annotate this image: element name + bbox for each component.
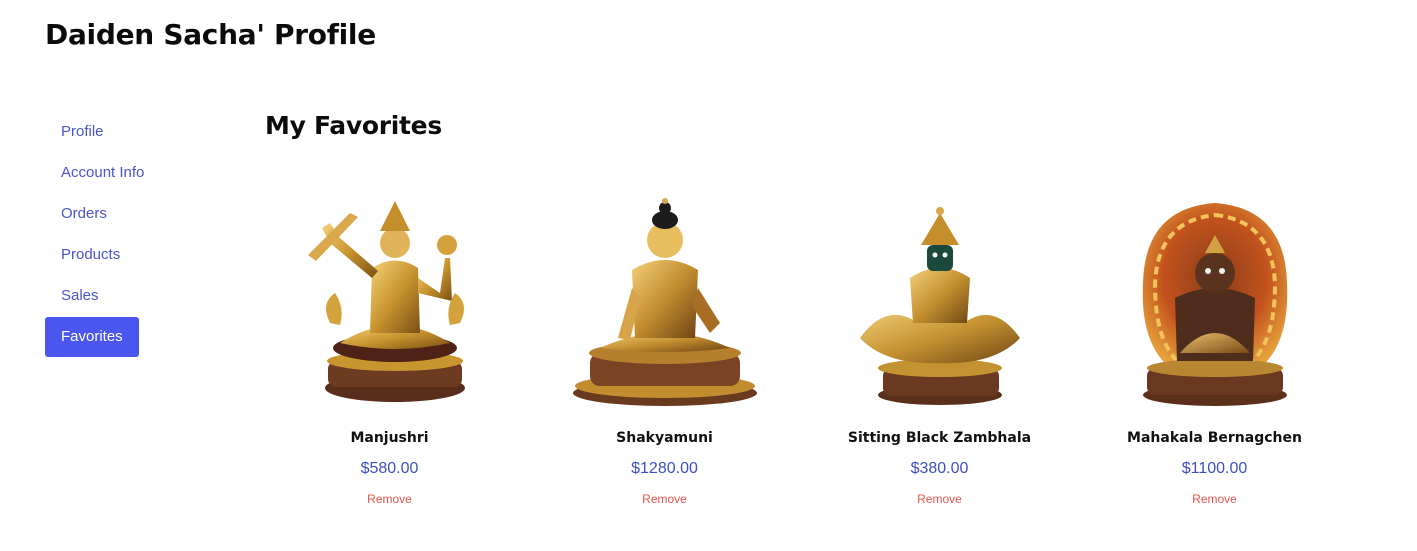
favorites-grid: Manjushri $580.00 Remove Shakyamuni $128… bbox=[252, 172, 1352, 506]
section-title: My Favorites bbox=[265, 111, 442, 140]
sidebar-item-favorites[interactable]: Favorites bbox=[45, 317, 139, 357]
sidebar-item-profile[interactable]: Profile bbox=[45, 112, 195, 152]
product-name[interactable]: Sitting Black Zambhala bbox=[848, 428, 1031, 448]
sidebar-item-sales[interactable]: Sales bbox=[45, 276, 195, 316]
product-image[interactable] bbox=[565, 172, 765, 408]
product-image[interactable] bbox=[840, 172, 1040, 408]
sidebar-item-orders[interactable]: Orders bbox=[45, 194, 195, 234]
product-name[interactable]: Manjushri bbox=[350, 428, 428, 448]
remove-button[interactable]: Remove bbox=[367, 492, 412, 506]
product-price: $380.00 bbox=[910, 460, 969, 477]
remove-button[interactable]: Remove bbox=[642, 492, 687, 506]
statue-image bbox=[1142, 203, 1287, 406]
product-price: $1280.00 bbox=[631, 460, 698, 477]
statue-image bbox=[859, 207, 1020, 405]
product-name[interactable]: Mahakala Bernagchen bbox=[1127, 428, 1302, 448]
remove-button[interactable]: Remove bbox=[917, 492, 962, 506]
product-price: $1100.00 bbox=[1181, 460, 1248, 477]
favorite-card: Sitting Black Zambhala $380.00 Remove bbox=[802, 172, 1077, 506]
favorite-card: Mahakala Bernagchen $1100.00 Remove bbox=[1077, 172, 1352, 506]
favorite-card: Shakyamuni $1280.00 Remove bbox=[527, 172, 802, 506]
product-name[interactable]: Shakyamuni bbox=[616, 428, 713, 448]
remove-button[interactable]: Remove bbox=[1192, 492, 1237, 506]
statue-image bbox=[307, 201, 465, 402]
statue-image bbox=[572, 198, 757, 406]
product-image[interactable] bbox=[1115, 172, 1315, 408]
profile-sidebar: Profile Account Info Orders Products Sal… bbox=[45, 112, 195, 358]
product-price: $580.00 bbox=[360, 460, 419, 477]
sidebar-item-products[interactable]: Products bbox=[45, 235, 195, 275]
product-image[interactable] bbox=[290, 172, 490, 408]
sidebar-item-account-info[interactable]: Account Info bbox=[45, 153, 195, 193]
page-title: Daiden Sacha' Profile bbox=[45, 18, 376, 51]
favorite-card: Manjushri $580.00 Remove bbox=[252, 172, 527, 506]
